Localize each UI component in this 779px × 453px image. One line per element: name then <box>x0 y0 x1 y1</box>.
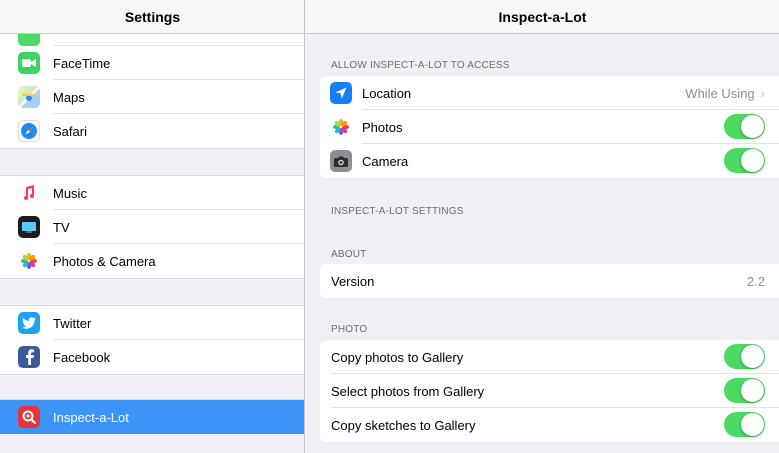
about-card: Version 2.2 <box>320 264 779 298</box>
camera-icon <box>330 150 352 172</box>
select-photos-toggle[interactable] <box>724 378 765 403</box>
copy-sketches-label: Copy sketches to Gallery <box>331 417 476 433</box>
photos-icon <box>330 116 352 138</box>
location-label: Location <box>362 85 412 101</box>
location-row[interactable]: Location While Using › <box>320 76 779 110</box>
chevron-right-icon: › <box>760 85 765 101</box>
sidebar-item-facebook[interactable]: Facebook <box>0 340 304 374</box>
sidebar-item-safari[interactable]: Safari <box>0 114 304 148</box>
photos-access-row: Photos <box>320 110 779 144</box>
photo-card: Copy photos to Gallery Select photos fro… <box>320 340 779 442</box>
sidebar-item-label: TV <box>53 219 70 235</box>
sidebar-item-label: Twitter <box>53 315 92 331</box>
settings-sidebar: FaceTime Maps Safari Music TV Photos & C… <box>0 0 305 453</box>
detail-pane: Inspect-a-Lot ALLOW INSPECT-A-LOT TO ACC… <box>306 0 779 453</box>
sidebar-group-third-party: Inspect-a-Lot <box>0 399 304 434</box>
twitter-icon <box>18 312 40 334</box>
section-header-access: ALLOW INSPECT-A-LOT TO ACCESS <box>331 60 510 71</box>
safari-icon <box>18 120 40 142</box>
music-icon <box>18 182 40 204</box>
section-header-photo: PHOTO <box>331 324 368 335</box>
photos-label: Photos <box>362 119 403 135</box>
tv-icon <box>18 216 40 238</box>
copy-sketches-toggle[interactable] <box>724 412 765 437</box>
camera-access-row: Camera <box>320 144 779 178</box>
maps-icon <box>18 86 40 108</box>
copy-sketches-row: Copy sketches to Gallery <box>320 408 779 442</box>
facebook-icon <box>18 346 40 368</box>
sidebar-item-label: Safari <box>53 123 87 139</box>
inspect-a-lot-icon <box>18 406 40 428</box>
camera-toggle[interactable] <box>724 148 765 173</box>
sidebar-item-twitter[interactable]: Twitter <box>0 306 304 340</box>
version-label: Version <box>331 273 375 289</box>
photos-toggle[interactable] <box>724 114 765 139</box>
copy-photos-row: Copy photos to Gallery <box>320 340 779 374</box>
photos-icon <box>18 250 40 272</box>
sidebar-group-social: Twitter Facebook <box>0 305 304 375</box>
location-arrow-icon <box>330 82 352 104</box>
camera-label: Camera <box>362 153 409 169</box>
version-value: 2.2 <box>746 273 765 289</box>
access-card: Location While Using › Photos Camera <box>320 76 779 178</box>
sidebar-item-inspect-a-lot[interactable]: Inspect-a-Lot <box>0 400 304 434</box>
sidebar-item-facetime[interactable]: FaceTime <box>0 46 304 80</box>
sidebar-item-label: Inspect-a-Lot <box>53 409 129 425</box>
sidebar-item-photos-camera[interactable]: Photos & Camera <box>0 244 304 278</box>
select-photos-label: Select photos from Gallery <box>331 383 485 399</box>
sidebar-group-media: Music TV Photos & Camera <box>0 175 304 279</box>
version-row: Version 2.2 <box>320 264 779 298</box>
section-header-settings: INSPECT-A-LOT SETTINGS <box>331 206 464 217</box>
copy-photos-toggle[interactable] <box>724 344 765 369</box>
facetime-icon <box>18 52 40 74</box>
sidebar-item-maps[interactable]: Maps <box>0 80 304 114</box>
section-header-about: ABOUT <box>331 249 367 260</box>
select-photos-row: Select photos from Gallery <box>320 374 779 408</box>
copy-photos-label: Copy photos to Gallery <box>331 349 464 365</box>
location-value: While Using › <box>685 85 765 101</box>
sidebar-item-label: Photos & Camera <box>53 253 156 269</box>
sidebar-item-music[interactable]: Music <box>0 176 304 210</box>
page-title: Inspect-a-Lot <box>306 0 779 34</box>
sidebar-item-tv[interactable]: TV <box>0 210 304 244</box>
sidebar-item-label: Facebook <box>53 349 111 365</box>
sidebar-title: Settings <box>0 0 304 34</box>
sidebar-item-label: Music <box>53 185 87 201</box>
sidebar-item-label: Maps <box>53 89 85 105</box>
sidebar-item-label: FaceTime <box>53 55 111 71</box>
